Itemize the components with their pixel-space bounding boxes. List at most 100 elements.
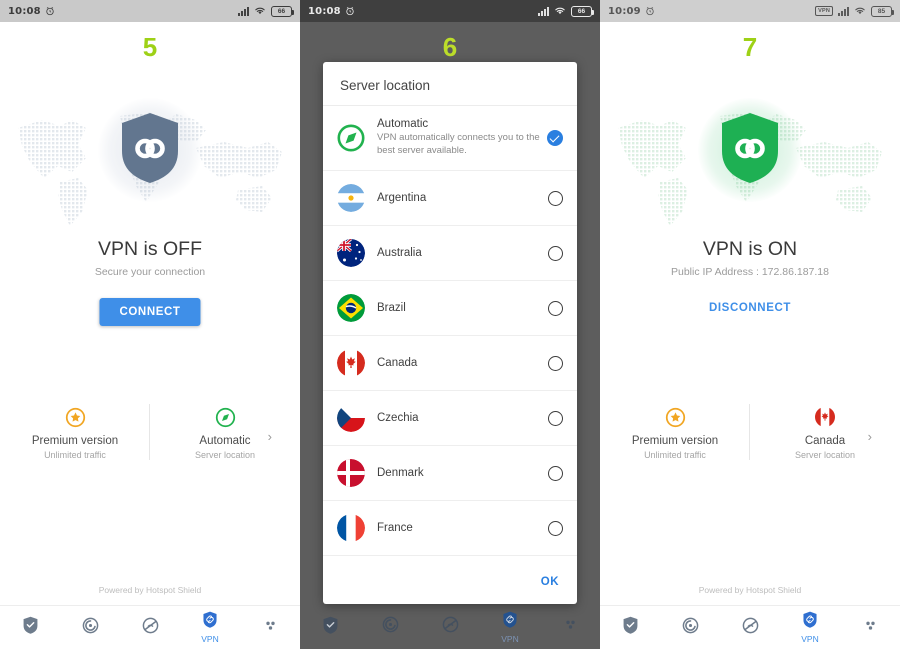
nav-item-boost[interactable] — [720, 606, 780, 649]
server-name: Denmark — [377, 467, 424, 479]
status-bar-left: 10:09 — [608, 6, 655, 17]
flag-canada-icon — [337, 349, 365, 377]
radio-canada[interactable] — [548, 355, 563, 371]
nav-label-vpn: VPN — [501, 633, 519, 644]
star-badge-icon — [0, 406, 150, 428]
nav-item-vpn[interactable]: VPN — [180, 606, 240, 649]
radio-czechia[interactable] — [548, 410, 563, 426]
nav-item-cleaner[interactable] — [60, 606, 120, 649]
server-name: Australia — [377, 247, 422, 259]
battery-level: 66 — [577, 7, 586, 15]
vpn-status-subtitle: Public IP Address : 172.86.187.18 — [670, 266, 829, 278]
server-row-denmark[interactable]: Denmark — [323, 446, 577, 501]
nav-item-security[interactable] — [0, 606, 60, 649]
panel-vpn-off: 10:08 66 5 VPN is OFF Secure your connec… — [0, 0, 300, 649]
chevron-right-icon: › — [267, 429, 272, 444]
wifi-icon — [254, 6, 266, 16]
cleaner-icon — [82, 617, 99, 639]
battery-level: 66 — [277, 7, 286, 15]
flag-argentina-icon — [337, 184, 365, 212]
server-location-dialog: Server location Automatic VPN automatica… — [323, 62, 577, 604]
server-row-brazil[interactable]: Brazil — [323, 281, 577, 336]
premium-subtitle: Unlimited traffic — [44, 450, 106, 460]
bottom-navbar: VPN — [600, 605, 900, 649]
nav-item-cleaner[interactable] — [360, 605, 420, 649]
server-row-argentina[interactable]: Argentina — [323, 171, 577, 226]
powered-by-label: Powered by Hotspot Shield — [98, 585, 202, 595]
battery-icon: 66 — [571, 5, 594, 17]
vpn-status-badge: VPN — [815, 6, 833, 16]
dialog-actions: OK — [323, 562, 577, 604]
boost-icon — [742, 617, 759, 639]
server-list: Automatic VPN automatically connects you… — [323, 106, 577, 562]
dialog-title: Server location — [323, 62, 577, 106]
server-location-subtitle: Server location — [794, 450, 856, 460]
boost-icon — [442, 616, 459, 638]
radio-france[interactable] — [548, 520, 563, 536]
server-row-automatic[interactable]: Automatic VPN automatically connects you… — [323, 106, 577, 171]
flag-australia-icon — [337, 239, 365, 267]
signal-icon — [238, 6, 249, 16]
status-bar: 10:08 66 — [300, 0, 600, 22]
step-number: 6 — [442, 32, 458, 62]
hero-section: VPN is ON Public IP Address : 172.86.187… — [600, 60, 900, 360]
compass-icon — [337, 124, 365, 152]
server-row-canada[interactable]: Canada — [323, 336, 577, 391]
vpn-shield-icon — [202, 611, 218, 633]
premium-version-card[interactable]: Premium version Unlimited traffic — [0, 400, 150, 460]
status-time: 10:08 — [308, 5, 341, 17]
radio-brazil[interactable] — [548, 300, 563, 316]
server-row-france[interactable]: France — [323, 501, 577, 556]
shield-check-icon — [622, 616, 639, 639]
server-name: Brazil — [377, 302, 406, 314]
server-row-australia[interactable]: Australia — [323, 226, 577, 281]
radio-australia[interactable] — [548, 245, 563, 261]
status-bar-right: 66 — [538, 5, 594, 17]
server-location-card[interactable]: Canada Server location › — [750, 400, 900, 460]
signal-icon — [538, 6, 549, 16]
nav-item-more[interactable] — [540, 605, 600, 649]
ok-button[interactable]: OK — [541, 576, 559, 588]
server-row-czechia[interactable]: Czechia — [323, 391, 577, 446]
radio-denmark[interactable] — [548, 465, 563, 481]
vpn-shield-icon — [502, 611, 518, 633]
flag-canada-icon — [750, 406, 900, 428]
bottom-navbar: VPN — [300, 605, 600, 649]
disconnect-button[interactable]: DISCONNECT — [709, 302, 791, 314]
radio-argentina[interactable] — [548, 190, 563, 206]
nav-item-security[interactable] — [300, 605, 360, 649]
premium-title: Premium version — [631, 435, 719, 447]
radio-automatic[interactable] — [547, 130, 563, 146]
status-bar-right: VPN 85 — [815, 5, 894, 17]
shield-check-icon — [22, 616, 39, 639]
premium-version-card[interactable]: Premium version Unlimited traffic — [600, 400, 750, 460]
info-row: Premium version Unlimited traffic Automa… — [0, 400, 300, 480]
shield-link-icon — [119, 112, 181, 184]
panel-server-location-dialog: 10:08 66 6 Server location Automatic VPN… — [300, 0, 600, 649]
server-location-card[interactable]: Automatic Server location › — [150, 400, 300, 460]
server-description: VPN automatically connects you to the be… — [377, 132, 540, 156]
flag-brazil-icon — [337, 294, 365, 322]
nav-label-vpn: VPN — [201, 634, 219, 644]
status-bar: 10:09 VPN 85 — [600, 0, 900, 22]
alarm-icon — [645, 6, 655, 16]
alarm-icon — [345, 6, 355, 16]
nav-item-boost[interactable] — [420, 605, 480, 649]
vpn-status-title: VPN is OFF — [97, 238, 202, 260]
nav-item-vpn[interactable]: VPN — [480, 605, 540, 649]
boost-icon — [142, 617, 159, 639]
nav-item-vpn[interactable]: VPN — [780, 606, 840, 649]
flag-france-icon — [337, 514, 365, 542]
cleaner-icon — [682, 617, 699, 639]
nav-item-cleaner[interactable] — [660, 606, 720, 649]
more-dots-icon — [862, 617, 879, 639]
nav-item-more[interactable] — [840, 606, 900, 649]
battery-level: 85 — [877, 7, 886, 15]
nav-item-more[interactable] — [240, 606, 300, 649]
nav-item-security[interactable] — [600, 606, 660, 649]
nav-item-boost[interactable] — [120, 606, 180, 649]
server-name: Argentina — [377, 192, 427, 204]
battery-icon: 85 — [871, 5, 894, 17]
connect-button[interactable]: CONNECT — [99, 298, 201, 326]
status-time: 10:09 — [608, 5, 641, 17]
